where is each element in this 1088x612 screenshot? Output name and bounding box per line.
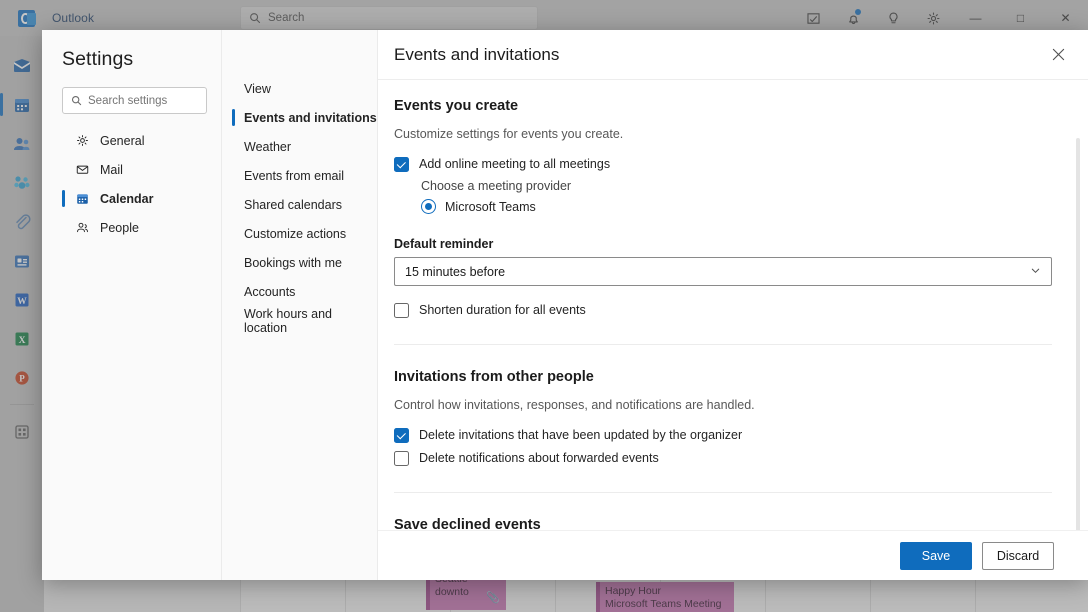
screen: W X P: [0, 0, 1088, 612]
delete-forwarded-notifications-row[interactable]: Delete notifications about forwarded eve…: [394, 450, 1052, 466]
settings-title: Settings: [62, 48, 207, 71]
people-icon: [74, 220, 90, 236]
sidebar-item-label: Mail: [100, 163, 123, 177]
shorten-duration-label: Shorten duration for all events: [419, 302, 586, 318]
settings-category-list: General Mail Calendar: [62, 126, 207, 242]
delete-updated-invitations-label: Delete invitations that have been update…: [419, 427, 742, 443]
detail-pane-footer: Save Discard: [378, 530, 1088, 580]
section-heading-events-you-create: Events you create: [394, 98, 1052, 114]
nav-item-accounts[interactable]: Accounts: [228, 277, 377, 306]
close-icon[interactable]: [1044, 41, 1072, 69]
save-button[interactable]: Save: [900, 542, 972, 570]
shorten-duration-row[interactable]: Shorten duration for all events: [394, 302, 1052, 318]
default-reminder-value: 15 minutes before: [405, 265, 505, 279]
add-online-meeting-row[interactable]: Add online meeting to all meetings: [394, 156, 1052, 172]
nav-item-view[interactable]: View: [228, 74, 377, 103]
sidebar-item-label: Calendar: [100, 192, 154, 206]
delete-updated-invitations-checkbox[interactable]: [394, 428, 409, 443]
nav-item-label: Events from email: [244, 169, 344, 183]
sidebar-item-mail[interactable]: Mail: [62, 155, 207, 184]
nav-item-label: Shared calendars: [244, 198, 342, 212]
nav-item-events-from-email[interactable]: Events from email: [228, 161, 377, 190]
envelope-icon: [74, 162, 90, 178]
add-online-meeting-checkbox[interactable]: [394, 157, 409, 172]
settings-search-input[interactable]: [88, 95, 198, 107]
nav-item-shared-calendars[interactable]: Shared calendars: [228, 190, 377, 219]
section-heading-save-declined: Save declined events: [394, 517, 1052, 530]
discard-button[interactable]: Discard: [982, 542, 1054, 570]
settings-sidebar: Settings General: [42, 30, 222, 580]
nav-item-events-and-invitations[interactable]: Events and invitations: [228, 103, 377, 132]
section-description-invitations: Control how invitations, responses, and …: [394, 398, 1052, 412]
nav-item-bookings-with-me[interactable]: Bookings with me: [228, 248, 377, 277]
delete-updated-invitations-row[interactable]: Delete invitations that have been update…: [394, 427, 1052, 443]
nav-item-label: View: [244, 82, 271, 96]
gear-icon: [74, 133, 90, 149]
settings-dialog: Settings General: [42, 30, 1088, 580]
nav-item-label: Bookings with me: [244, 256, 342, 270]
section-divider: [394, 492, 1052, 493]
detail-pane-scrollbar[interactable]: [1076, 138, 1080, 530]
section-heading-invitations: Invitations from other people: [394, 369, 1052, 385]
search-icon: [71, 95, 82, 106]
sidebar-item-general[interactable]: General: [62, 126, 207, 155]
meeting-provider-teams-row[interactable]: Microsoft Teams: [421, 199, 1052, 214]
section-description-events-you-create: Customize settings for events you create…: [394, 127, 1052, 141]
nav-item-weather[interactable]: Weather: [228, 132, 377, 161]
meeting-provider-label: Choose a meeting provider: [421, 179, 1052, 193]
delete-forwarded-notifications-checkbox[interactable]: [394, 451, 409, 466]
chevron-down-icon: [1030, 265, 1041, 279]
nav-item-label: Accounts: [244, 285, 295, 299]
sidebar-item-label: General: [100, 134, 144, 148]
settings-detail-pane: Events and invitations Events you create…: [378, 30, 1088, 580]
nav-item-customize-actions[interactable]: Customize actions: [228, 219, 377, 248]
sidebar-item-label: People: [100, 221, 139, 235]
default-reminder-select[interactable]: 15 minutes before: [394, 257, 1052, 286]
sidebar-item-people[interactable]: People: [62, 213, 207, 242]
detail-pane-body: Events you create Customize settings for…: [378, 80, 1088, 530]
add-online-meeting-label: Add online meeting to all meetings: [419, 156, 610, 172]
nav-item-label: Weather: [244, 140, 291, 154]
nav-item-label: Work hours and location: [244, 307, 377, 335]
page-title: Events and invitations: [394, 45, 559, 65]
default-reminder-label: Default reminder: [394, 237, 1052, 251]
detail-pane-header: Events and invitations: [378, 30, 1088, 80]
nav-item-label: Customize actions: [244, 227, 346, 241]
calendar-icon: [74, 191, 90, 207]
delete-forwarded-notifications-label: Delete notifications about forwarded eve…: [419, 450, 659, 466]
nav-item-work-hours-and-location[interactable]: Work hours and location: [228, 306, 377, 335]
settings-search-box[interactable]: [62, 87, 207, 114]
microsoft-teams-label: Microsoft Teams: [445, 200, 536, 214]
section-divider: [394, 344, 1052, 345]
shorten-duration-checkbox[interactable]: [394, 303, 409, 318]
nav-item-label: Events and invitations: [244, 111, 377, 125]
microsoft-teams-radio[interactable]: [421, 199, 436, 214]
settings-subnav: View Events and invitations Weather Even…: [222, 30, 378, 580]
sidebar-item-calendar[interactable]: Calendar: [62, 184, 207, 213]
